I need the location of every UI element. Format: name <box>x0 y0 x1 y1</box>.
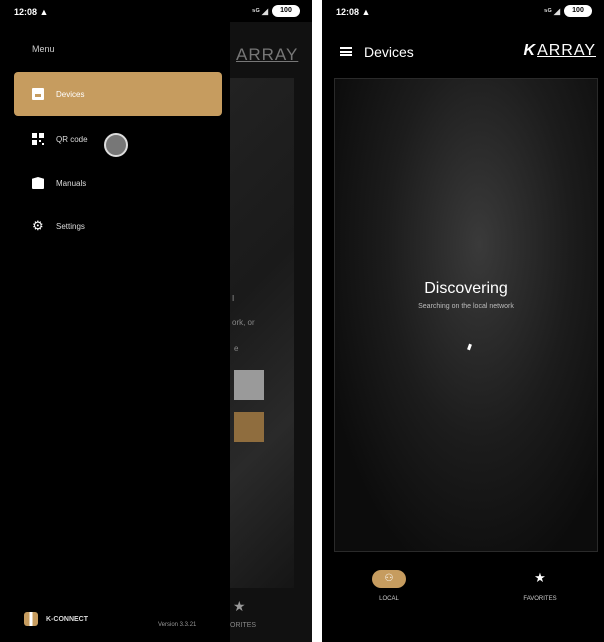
manual-book-icon <box>32 177 44 189</box>
touch-indicator <box>104 133 128 157</box>
k-connect-logo-icon <box>24 612 38 626</box>
discovering-subtitle: Searching on the local network <box>418 303 514 310</box>
loading-spinner-icon <box>467 343 472 351</box>
k-array-logo: KARRAY <box>524 42 597 60</box>
status-time: 12:08 ▲ <box>14 7 49 17</box>
app-bar: Devices KARRAY <box>322 22 604 70</box>
logo-text: ARRAY <box>537 42 596 59</box>
star-icon: ★ <box>233 598 246 614</box>
discovery-panel: Discovering Searching on the local netwo… <box>334 78 598 552</box>
brand-name: K-CONNECT <box>46 615 88 623</box>
background-panel <box>230 78 294 588</box>
drawer-item-settings[interactable]: ⚙ Settings <box>14 204 222 248</box>
signal-icon: ⁵ᴳ ◢ <box>543 7 560 16</box>
network-icon: ⚇ <box>384 573 394 584</box>
device-icon <box>32 88 44 100</box>
app-version: Version 3.3.21 <box>158 622 197 628</box>
drawer-item-devices[interactable]: Devices <box>14 72 222 116</box>
background-text: I <box>232 294 235 303</box>
signal-icon: ⁵ᴳ ◢ <box>251 7 268 16</box>
left-phone-screen: 12:08 ▲ ⁵ᴳ ◢ 100 ARRAY I ork, or e ★ ORI… <box>0 0 312 642</box>
drawer-item-label: Settings <box>56 221 85 231</box>
page-title: Devices <box>364 44 414 60</box>
drawer-item-label: Devices <box>56 89 85 99</box>
navigation-drawer: Menu Devices QR code Manuals ⚙ Settings … <box>0 22 230 642</box>
bottom-navigation: ⚇ LOCAL ★ FAVORITES <box>322 564 604 642</box>
drawer-item-manuals[interactable]: Manuals <box>14 161 222 205</box>
drawer-item-label: QR code <box>56 134 88 144</box>
background-text: e <box>234 344 239 353</box>
battery-icon: 100 <box>272 5 300 17</box>
logo-k: K <box>523 42 537 59</box>
background-favorites-label: ORITES <box>230 622 257 629</box>
app-brand: K-CONNECT <box>24 612 88 626</box>
nav-favorites-label: FAVORITES <box>523 596 557 602</box>
status-bar: 12:08 ▲ ⁵ᴳ ◢ 100 <box>322 0 604 22</box>
right-phone-screen: 12:08 ▲ ⁵ᴳ ◢ 100 Devices KARRAY Discover… <box>322 0 604 642</box>
status-bar: 12:08 ▲ ⁵ᴳ ◢ 100 <box>0 0 312 22</box>
status-time: 12:08 ▲ <box>336 7 371 17</box>
drawer-item-label: Manuals <box>56 178 87 188</box>
discovering-title: Discovering <box>424 280 508 297</box>
gear-icon: ⚙ <box>32 218 44 233</box>
nav-local-label: LOCAL <box>379 596 399 602</box>
star-icon: ★ <box>534 570 546 585</box>
background-button-gold <box>234 412 264 442</box>
background-text: ork, or <box>232 318 255 327</box>
battery-icon: 100 <box>564 5 592 17</box>
background-button-grey <box>234 370 264 400</box>
hamburger-menu-icon[interactable] <box>340 47 352 56</box>
drawer-title: Menu <box>32 44 55 54</box>
brand-logo: ARRAY <box>236 45 299 64</box>
qr-code-icon <box>32 133 44 145</box>
nav-favorites-button[interactable]: ★ <box>530 570 550 586</box>
nav-local-button[interactable]: ⚇ <box>372 570 406 588</box>
background-app-scrim[interactable]: ARRAY I ork, or e ★ ORITES <box>230 22 312 642</box>
